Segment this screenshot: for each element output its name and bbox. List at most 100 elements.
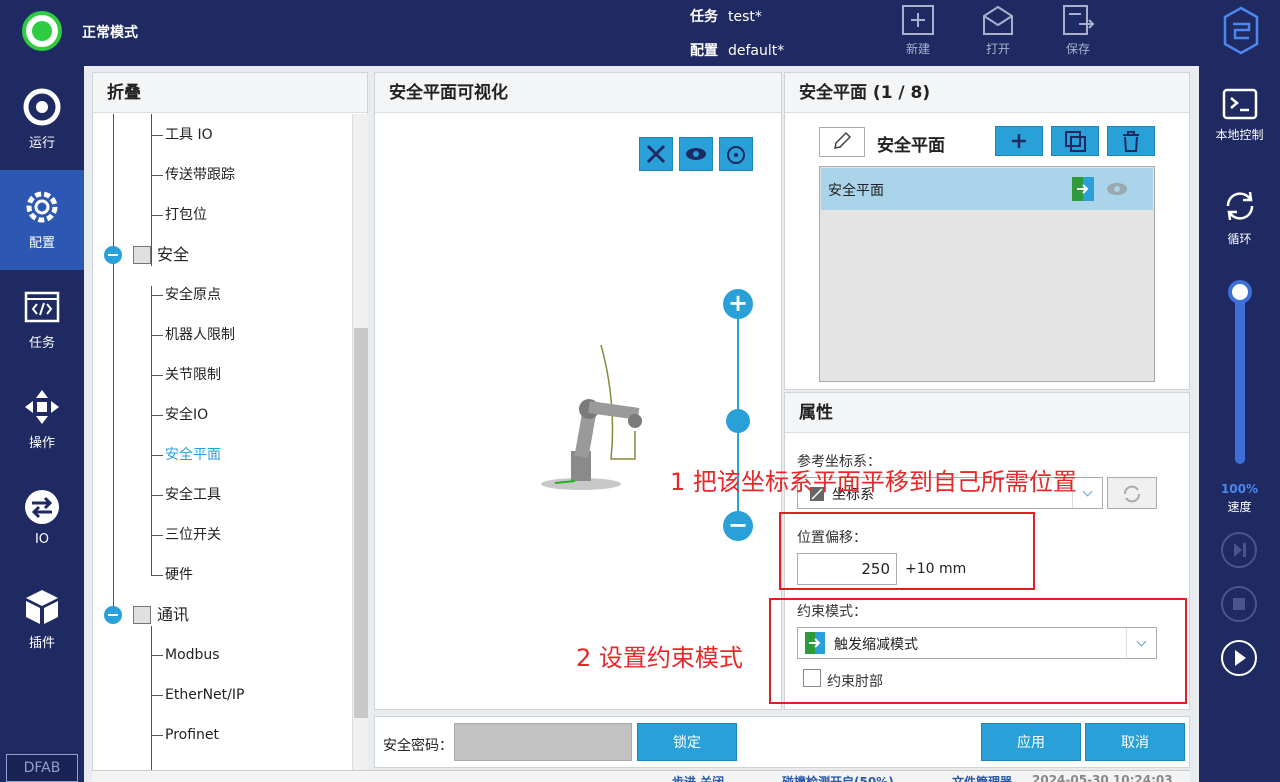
- zoom-slider-handle[interactable]: [726, 409, 750, 433]
- tree-title[interactable]: 折叠: [93, 73, 367, 113]
- visibility-eye-icon[interactable]: [1105, 180, 1129, 198]
- open-button[interactable]: 打开: [968, 4, 1028, 62]
- plane-name-label: 安全平面: [877, 136, 945, 156]
- copy-plane-button[interactable]: [1051, 126, 1099, 156]
- save-file-icon: [1063, 5, 1095, 35]
- nav-task-label: 任务: [28, 336, 55, 351]
- stop-button[interactable]: [1221, 586, 1257, 622]
- move-arrows-icon: [25, 390, 59, 424]
- nav-operate-label: 操作: [28, 436, 55, 451]
- rename-button[interactable]: [819, 127, 865, 157]
- eye-icon: [686, 148, 706, 160]
- tree-item-profinet[interactable]: Profinet: [165, 723, 219, 747]
- trash-icon: [1123, 131, 1139, 152]
- tree-item-conveyor[interactable]: 传送带跟踪: [165, 163, 235, 187]
- tree-item-hardware[interactable]: 硬件: [165, 563, 193, 587]
- right-nav: 本地控制 循环 100% 速度: [1199, 66, 1280, 782]
- loop-icon: [1226, 191, 1253, 221]
- new-file-icon: [902, 5, 934, 35]
- tree-item-pallet[interactable]: 打包位: [165, 203, 207, 227]
- status-datetime: 2024-05-30 10:24:03: [1032, 773, 1173, 782]
- cancel-button[interactable]: 取消: [1085, 723, 1185, 761]
- viz-tools-button[interactable]: [639, 137, 673, 171]
- speed-slider-handle[interactable]: [1228, 280, 1252, 304]
- step-icon: [1234, 543, 1246, 557]
- tree-item-safety-home[interactable]: 安全原点: [165, 283, 221, 307]
- cube-icon: [26, 590, 58, 624]
- open-button-label: 打开: [985, 42, 1010, 56]
- config-tree: 工具 IO 传送带跟踪 打包位 安全 安全原点 机器人限制 关节限制 安全IO …: [93, 114, 351, 780]
- safety-password-input[interactable]: [454, 723, 632, 761]
- config-tree-panel: 折叠 工具 IO 传送带跟踪 打包位 安全 安全原点 机器人限制 关节限制 安全…: [92, 72, 368, 780]
- tree-item-ethernetip[interactable]: EtherNet/IP: [165, 683, 244, 707]
- annotation-step-two: 2 设置约束模式: [576, 644, 743, 672]
- config-key: 配置: [690, 43, 718, 59]
- refresh-icon: [1124, 485, 1140, 503]
- tree-item-robot-limit[interactable]: 机器人限制: [165, 323, 235, 347]
- terminal-icon: [1222, 88, 1257, 120]
- tree-scrollbar-thumb[interactable]: [354, 328, 368, 718]
- tree-item-modbus[interactable]: Modbus: [165, 643, 220, 667]
- io-exchange-icon: [25, 490, 59, 524]
- save-button-label: 保存: [1065, 42, 1090, 56]
- collapse-safety-toggle[interactable]: [104, 246, 122, 264]
- mode-label: 正常模式: [82, 25, 138, 41]
- speed-slider-track[interactable]: [1235, 282, 1245, 464]
- annotation-step-one: 1 把该坐标系平面平移到自己所需位置: [670, 468, 1077, 496]
- lock-button[interactable]: 锁定: [637, 723, 737, 761]
- nav-plugin[interactable]: 插件: [0, 570, 84, 670]
- tree-group-comm[interactable]: 通讯: [157, 603, 189, 627]
- open-envelope-icon: [983, 5, 1013, 35]
- new-button[interactable]: 新建: [888, 4, 948, 62]
- refresh-frame-button[interactable]: [1107, 477, 1157, 509]
- dfab-footer: DFAB: [6, 754, 78, 782]
- brand-logo-icon: [1223, 6, 1259, 55]
- rotate-icon: [727, 146, 745, 164]
- tree-scrollbar[interactable]: [352, 114, 368, 780]
- viz-reset-view-button[interactable]: [719, 137, 753, 171]
- nav-io-label: IO: [34, 532, 50, 547]
- nav-io[interactable]: IO: [0, 470, 84, 570]
- plane-item-label: 安全平面: [828, 183, 884, 199]
- local-control-button[interactable]: 本地控制: [1199, 88, 1280, 143]
- list-item[interactable]: 安全平面: [821, 168, 1153, 210]
- copy-icon: [1065, 131, 1086, 152]
- add-plane-button[interactable]: [995, 126, 1043, 156]
- save-button[interactable]: 保存: [1048, 4, 1108, 62]
- tree-item-safety-io[interactable]: 安全IO: [165, 403, 208, 427]
- step-button[interactable]: [1221, 532, 1257, 568]
- apply-button[interactable]: 应用: [981, 723, 1081, 761]
- plus-icon: [1012, 134, 1026, 148]
- loop-button[interactable]: 循环: [1199, 188, 1280, 247]
- safety-plane-panel: 安全平面 (1 / 8) 安全平面 安全平面: [784, 72, 1190, 390]
- code-window-icon: [24, 291, 60, 323]
- zoom-out-button[interactable]: −: [723, 511, 753, 541]
- status-step[interactable]: 步进 关闭: [672, 773, 724, 782]
- config-value: default*: [728, 43, 785, 59]
- status-collision[interactable]: 碰撞检测开启(50%): [782, 773, 894, 782]
- nav-config[interactable]: 配置: [0, 170, 84, 270]
- top-bar: 正常模式 任务 test* 配置 default* 新建 打开 保存: [0, 0, 1280, 66]
- play-button[interactable]: [1221, 640, 1257, 676]
- safety-plane-title: 安全平面 (1 / 8): [785, 73, 1189, 113]
- properties-title: 属性: [785, 393, 1189, 433]
- play-icon: [1235, 650, 1246, 666]
- nav-run[interactable]: 运行: [0, 70, 84, 170]
- gear-icon: [26, 191, 58, 223]
- tree-item-three-position-switch[interactable]: 三位开关: [165, 523, 221, 547]
- status-file-manager[interactable]: 文件管理器: [952, 773, 1012, 782]
- viz-view-button[interactable]: [679, 137, 713, 171]
- nav-run-label: 运行: [28, 136, 55, 151]
- nav-task[interactable]: 任务: [0, 270, 84, 370]
- collapse-comm-toggle[interactable]: [104, 606, 122, 624]
- tree-group-safety[interactable]: 安全: [157, 243, 189, 267]
- nav-operate[interactable]: 操作: [0, 370, 84, 470]
- tree-item-tool-io[interactable]: 工具 IO: [165, 123, 213, 147]
- tree-item-joint-limit[interactable]: 关节限制: [165, 363, 221, 387]
- reduce-mode-icon: [1072, 177, 1094, 201]
- antenna-icon: [133, 606, 151, 624]
- tree-item-safety-tool[interactable]: 安全工具: [165, 483, 221, 507]
- tree-item-safety-plane[interactable]: 安全平面: [165, 443, 221, 467]
- zoom-in-button[interactable]: +: [723, 289, 753, 319]
- delete-plane-button[interactable]: [1107, 126, 1155, 156]
